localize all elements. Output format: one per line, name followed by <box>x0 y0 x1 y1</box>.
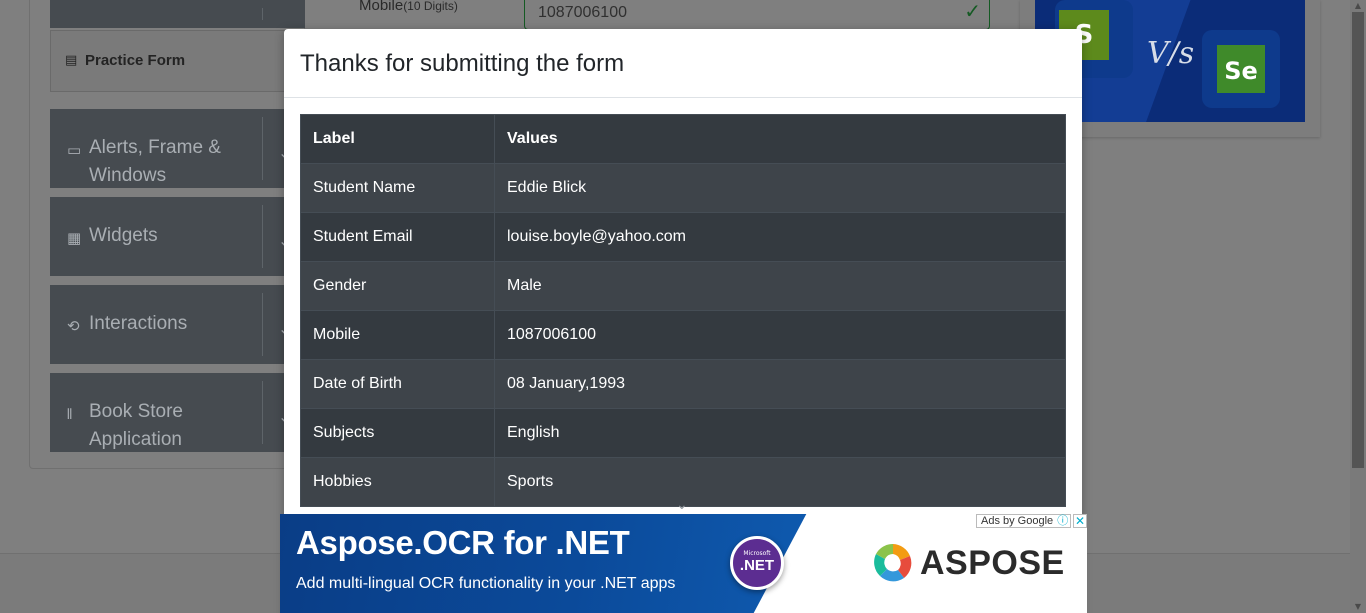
sidebar-group-widgets[interactable]: ▦ Widgets ⌄ <box>50 197 305 276</box>
row-label: Hobbies <box>300 457 495 507</box>
column-header: Label <box>300 114 495 164</box>
row-label: Mobile <box>300 310 495 360</box>
valid-check-icon: ✓ <box>964 0 981 23</box>
row-value: louise.boyle@yahoo.com <box>494 212 1066 262</box>
aspose-brand: ASPOSE <box>920 544 1065 582</box>
scrollbar-thumb[interactable] <box>1352 12 1364 468</box>
chevron-separator <box>262 117 263 180</box>
widgets-icon: ▦ <box>67 229 82 247</box>
window-icon: ▭ <box>67 141 82 159</box>
sidebar-group-book-store[interactable]: 𝍪 Book StoreApplication ⌄ <box>50 373 305 452</box>
group-label: Alerts, Frame & Windows <box>89 137 221 186</box>
scroll-down-arrow-icon[interactable]: ▼ <box>1353 602 1363 611</box>
ad-choices-label[interactable]: Ads by Google ⓘ <box>976 514 1072 528</box>
modal-title: Thanks for submitting the form <box>300 50 625 77</box>
row-value: Eddie Blick <box>494 163 1066 213</box>
table-row: Gender Male <box>300 261 1066 311</box>
column-header: Values <box>494 114 1066 164</box>
row-value: 1087006100 <box>494 310 1066 360</box>
mobile-label: Mobile(10 Digits) <box>359 0 458 14</box>
table-header-row: Label Values <box>300 114 1066 164</box>
sidebar-item-practice-form[interactable]: ▤ Practice Form <box>50 30 305 92</box>
table-row: Student Email louise.boyle@yahoo.com <box>300 212 1066 262</box>
row-value: Sports <box>494 457 1066 507</box>
mobile-input[interactable]: 1087006100 ✓ <box>524 0 990 30</box>
mobile-input-value: 1087006100 <box>538 4 627 21</box>
page-scrollbar[interactable]: ▲ ▼ <box>1350 0 1366 613</box>
table-row: Subjects English <box>300 408 1066 458</box>
row-label: Gender <box>300 261 495 311</box>
group-label: Book Store Application <box>89 401 183 450</box>
sidebar-group-interactions[interactable]: ⟲ Interactions ⌄ <box>50 285 305 364</box>
chevron-separator <box>262 293 263 356</box>
sidebar-item-label: Practice Form <box>85 52 186 69</box>
scroll-up-arrow-icon[interactable]: ▲ <box>1353 1 1363 10</box>
row-label: Student Name <box>300 163 495 213</box>
info-icon[interactable]: ⓘ <box>1057 515 1068 527</box>
sidebar-group-elements[interactable] <box>50 0 305 28</box>
table-row: Date of Birth 08 January,1993 <box>300 359 1066 409</box>
table-row: Mobile 1087006100 <box>300 310 1066 360</box>
ad-headline[interactable]: Aspose.OCR for .NET <box>296 524 630 562</box>
aspose-logo-icon <box>874 543 912 582</box>
row-label: Date of Birth <box>300 359 495 409</box>
chevron-separator <box>262 381 263 444</box>
chevron-separator <box>262 8 263 20</box>
advertisement-banner[interactable]: Aspose.OCR for .NET Add multi-lingual OC… <box>280 514 1087 613</box>
sidebar-group-alerts-frame-windows[interactable]: ▭ Alerts, Frame &Windows ⌄ <box>50 109 305 188</box>
versus-text: V/s <box>1147 36 1195 71</box>
row-label: Subjects <box>300 408 495 458</box>
interactions-icon: ⟲ <box>67 317 80 335</box>
submission-table: Label Values Student Name Eddie Blick St… <box>300 114 1066 507</box>
row-value: Male <box>494 261 1066 311</box>
row-value: English <box>494 408 1066 458</box>
chevron-separator <box>262 205 263 268</box>
dotnet-badge-icon: Microsoft .NET <box>730 536 784 590</box>
book-icon: 𝍪 <box>67 405 73 423</box>
ad-subline[interactable]: Add multi-lingual OCR functionality in y… <box>296 575 675 593</box>
group-label: Widgets <box>89 225 158 246</box>
modal-header: Thanks for submitting the form <box>284 29 1082 98</box>
chevron-down-icon: ⌄ <box>676 497 688 513</box>
table-row: Student Name Eddie Blick <box>300 163 1066 213</box>
selenium-logo: Se <box>1217 45 1265 93</box>
group-label: Interactions <box>89 313 188 334</box>
close-icon[interactable]: ✕ <box>1073 514 1087 528</box>
row-value: 08 January,1993 <box>494 359 1066 409</box>
row-label: Student Email <box>300 212 495 262</box>
form-icon: ▤ <box>65 53 78 68</box>
